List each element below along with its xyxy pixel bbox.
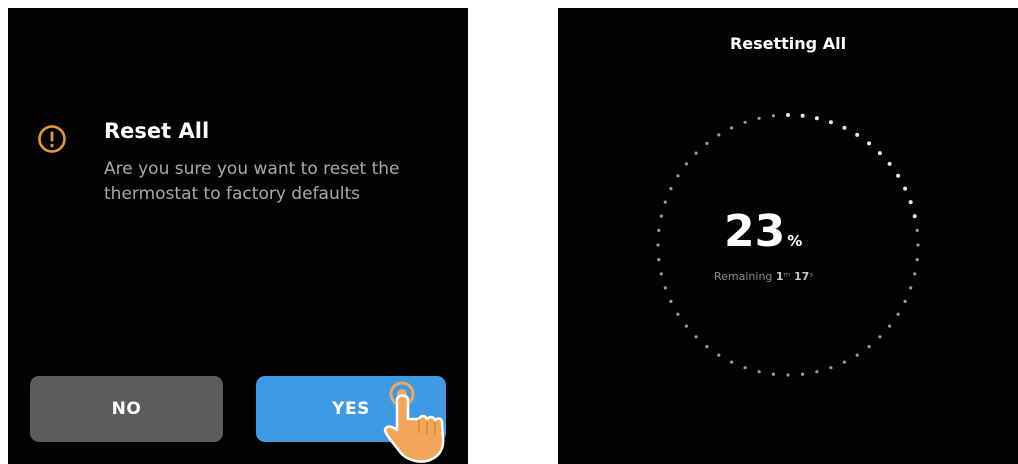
progress-percent-value: 23 — [724, 206, 786, 257]
progress-dot — [730, 360, 734, 364]
remaining-minutes-unit: ᵐ — [783, 270, 791, 283]
progress-dot — [877, 151, 882, 156]
reset-confirm-screen: Reset All Are you sure you want to reset… — [8, 8, 468, 464]
progress-dot — [915, 258, 919, 262]
progress-dot — [887, 161, 892, 166]
progress-dot — [829, 366, 833, 370]
tap-hand-icon — [383, 381, 445, 463]
warning-icon — [38, 125, 66, 153]
progress-dot — [771, 372, 775, 376]
progress-dot — [717, 353, 721, 357]
progress-dot — [743, 120, 747, 124]
progress-dot — [916, 243, 920, 247]
progress-dot — [828, 120, 833, 125]
progress-dot — [676, 174, 680, 178]
progress-dot — [705, 345, 709, 349]
progress-dot — [800, 113, 805, 118]
no-button-label: NO — [111, 399, 142, 419]
progress-dot — [888, 324, 892, 328]
yes-button-label: YES — [332, 399, 370, 419]
progress-dot — [684, 324, 688, 328]
progress-dot — [912, 214, 917, 219]
progress-dot — [771, 114, 775, 118]
progress-dot — [815, 370, 819, 374]
progress-dot — [757, 116, 761, 120]
progress-dot — [663, 286, 667, 290]
progress-dot — [786, 373, 790, 377]
no-button[interactable]: NO — [30, 376, 223, 442]
progress-dot — [730, 126, 734, 130]
progress-dot — [842, 125, 847, 130]
progress-dot — [717, 133, 721, 137]
progress-dot — [896, 173, 901, 178]
progress-dot — [867, 141, 872, 146]
progress-dot — [867, 345, 871, 349]
progress-dot — [669, 299, 673, 303]
progress-dot — [786, 113, 790, 117]
resetting-progress-screen: Resetting All 23% Remaining 1ᵐ 17ˢ — [558, 8, 1018, 464]
progress-dot — [663, 200, 667, 204]
progress-dot — [743, 366, 747, 370]
progress-dot — [814, 116, 819, 121]
progress-dot — [909, 286, 913, 290]
progress-dot — [659, 214, 663, 218]
dialog-title: Reset All — [104, 119, 210, 143]
remaining-time: Remaining 1ᵐ 17ˢ — [714, 270, 813, 283]
progress-dot — [908, 200, 913, 205]
remaining-minutes: 1 — [775, 270, 784, 283]
remaining-label: Remaining — [714, 270, 773, 283]
progress-dot — [657, 258, 661, 262]
dialog-message: Are you sure you want to reset the therm… — [104, 159, 400, 204]
progress-dot — [657, 228, 661, 232]
progress-dot — [757, 370, 761, 374]
progress-dot — [801, 372, 805, 376]
remaining-seconds: 17 — [793, 270, 810, 283]
progress-dot — [855, 353, 859, 357]
progress-dot — [694, 151, 698, 155]
progress-percent-unit: % — [787, 232, 803, 250]
progress-dot — [915, 228, 919, 232]
progress-dot — [656, 243, 660, 247]
progress-dot — [878, 335, 882, 339]
progress-percent: 23% — [724, 208, 802, 265]
remaining-seconds-unit: ˢ — [809, 270, 814, 283]
progress-dot — [855, 132, 860, 137]
progress-dot — [669, 187, 673, 191]
progress-dot — [903, 186, 908, 191]
progress-dot — [684, 162, 688, 166]
progress-dot — [659, 272, 663, 276]
progress-dot — [913, 272, 917, 276]
progress-dot — [694, 335, 698, 339]
progress-dot — [903, 299, 907, 303]
progress-dot — [705, 141, 709, 145]
progress-dot — [676, 312, 680, 316]
progress-dot — [842, 360, 846, 364]
progress-dot — [896, 312, 900, 316]
